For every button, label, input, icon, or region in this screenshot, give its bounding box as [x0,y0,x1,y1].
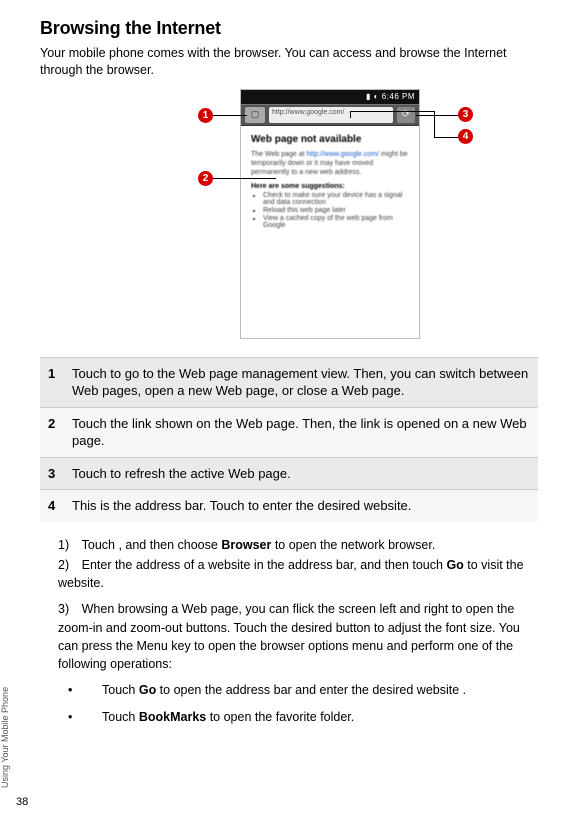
suggestion-2: Reload this web page later [263,207,409,214]
suggestion-3: View a cached copy of the web page from … [263,215,409,229]
legend-text-3: Touch to refresh the active Web page. [64,457,538,490]
bullet-1-bold: Go [139,683,156,697]
callout-3: 3 [458,107,473,122]
legend-num-3: 3 [40,457,64,490]
screenshot-figure: ▮ ◐ 6:46 PM ▢ http://www.google.com/ ⟳ W… [40,89,538,349]
table-row: 3 Touch to refresh the active Web page. [40,457,538,490]
bullet-2a: Touch [102,710,139,724]
legend-text-2: Touch the link shown on the Web page. Th… [64,407,538,457]
leader-4-bracket-l [350,111,351,118]
leader-4-bracket-r [434,111,435,118]
step-1-bold: Browser [221,538,271,552]
leader-4h [434,137,458,138]
error-para-a: The Web page at [251,151,307,158]
step-2-bold: Go [446,558,463,572]
leader-2 [213,178,276,179]
legend-table: 1 Touch to go to the Web page management… [40,357,538,522]
bullet-1b: to open the address bar and enter the de… [156,683,466,697]
tabs-icon: ▢ [245,107,265,123]
callout-2: 2 [198,171,213,186]
step-1: 1) Touch , and then choose Browser to op… [58,536,538,554]
error-title: Web page not available [251,134,409,145]
legend-num-2: 2 [40,407,64,457]
suggestion-1: Check to make sure your device has a sig… [263,192,409,206]
phone-page-body: Web page not available The Web page at h… [241,126,419,238]
bullet-1: • Touch Go to open the address bar and e… [68,681,538,700]
steps-block: 1) Touch , and then choose Browser to op… [58,536,538,673]
callout-4: 4 [458,129,473,144]
step-2: 2) Enter the address of a website in the… [58,556,538,592]
bullet-2-bold: BookMarks [139,710,206,724]
step-1a: 1) Touch , and then choose [58,538,221,552]
step-3: 3) When browsing a Web page, you can fli… [58,600,538,673]
bullet-dot-icon: • [68,708,102,727]
side-label: Using Your Mobile Phone [0,687,10,788]
phone-time: 6:46 PM [382,92,415,101]
bullet-2b: to open the favorite folder. [206,710,354,724]
suggestions-heading: Here are some suggestions: [251,183,409,190]
legend-num-4: 4 [40,490,64,522]
callout-1: 1 [198,108,213,123]
bullet-1a: Touch [102,683,139,697]
legend-num-1: 1 [40,357,64,407]
step-1b: to open the network browser. [271,538,435,552]
error-link: http://www.google.com/ [307,151,379,158]
bullet-list: • Touch Go to open the address bar and e… [68,681,538,728]
phone-screenshot: ▮ ◐ 6:46 PM ▢ http://www.google.com/ ⟳ W… [240,89,420,339]
page-number: 38 [16,796,28,808]
table-row: 2 Touch the link shown on the Web page. … [40,407,538,457]
legend-text-4: This is the address bar. Touch to enter … [64,490,538,522]
bullet-dot-icon: • [68,681,102,700]
leader-4-bracket [350,111,434,121]
page-title: Browsing the Internet [40,18,538,39]
table-row: 1 Touch to go to the Web page management… [40,357,538,407]
phone-statusbar: ▮ ◐ 6:46 PM [241,90,419,104]
leader-1 [213,115,247,116]
leader-4v [434,117,435,137]
intro-text: Your mobile phone comes with the browser… [40,45,538,79]
table-row: 4 This is the address bar. Touch to ente… [40,490,538,522]
step-2a: 2) Enter the address of a website in the… [58,558,446,572]
legend-text-1: Touch to go to the Web page management v… [64,357,538,407]
leader-4-bracket-top [350,111,434,112]
bullet-2: • Touch BookMarks to open the favorite f… [68,708,538,727]
